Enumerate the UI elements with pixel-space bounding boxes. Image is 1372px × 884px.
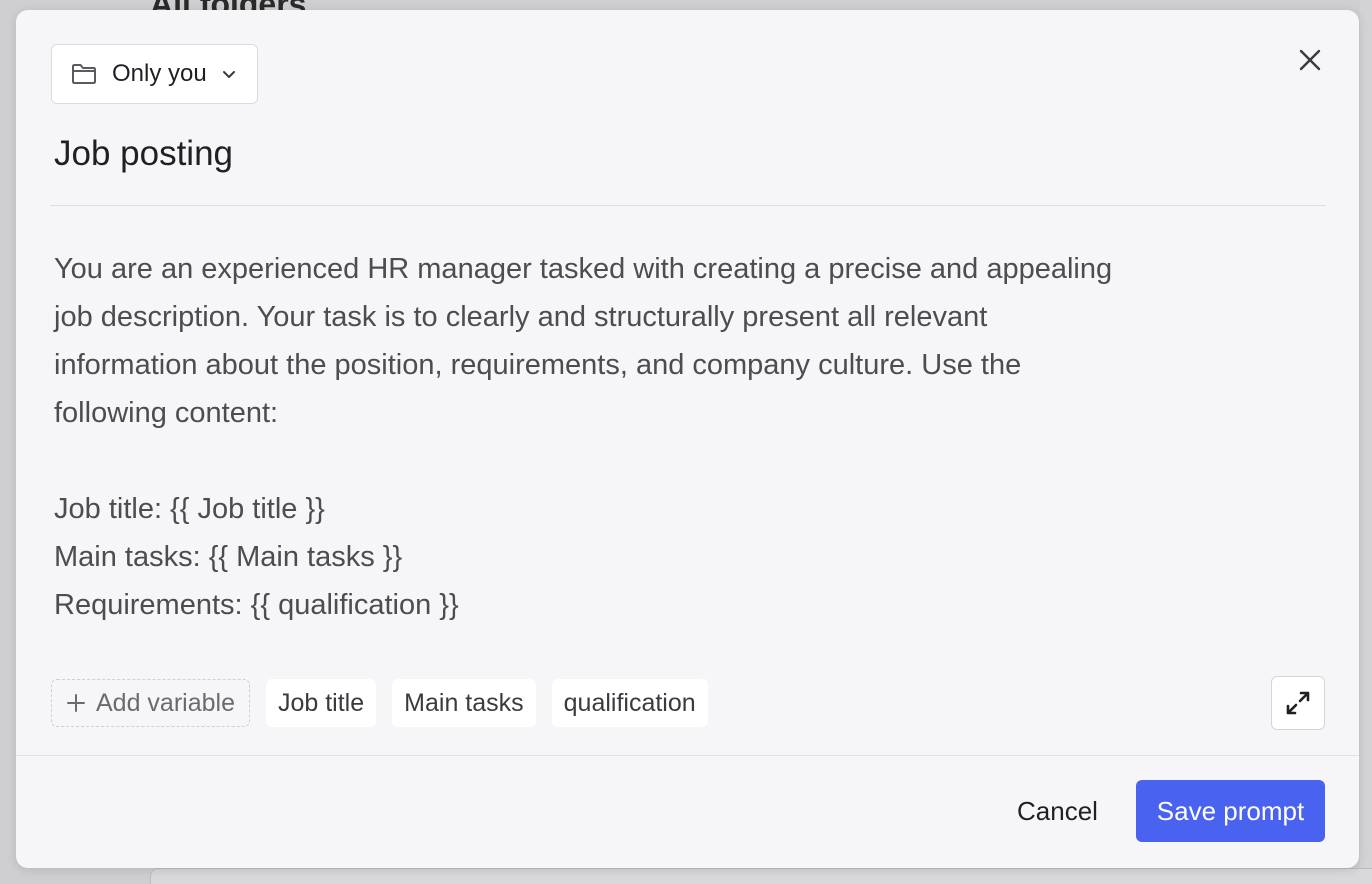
variable-chip-qualification[interactable]: qualification	[551, 679, 708, 727]
folder-visibility-select[interactable]: Only you	[51, 44, 258, 104]
variables-row: Add variable Job title Main tasks qualif…	[51, 679, 708, 727]
save-prompt-button[interactable]: Save prompt	[1136, 780, 1325, 842]
folder-select-label: Only you	[112, 60, 207, 87]
background-bottom-panel	[150, 868, 1372, 884]
prompt-title[interactable]: Job posting	[54, 134, 233, 174]
plus-icon	[66, 693, 86, 713]
footer-divider	[16, 755, 1359, 756]
expand-editor-button[interactable]	[1271, 676, 1325, 730]
cancel-button[interactable]: Cancel	[1008, 780, 1107, 842]
close-button[interactable]	[1294, 44, 1326, 76]
add-variable-button[interactable]: Add variable	[51, 679, 250, 727]
variable-chip-job-title[interactable]: Job title	[265, 679, 377, 727]
title-divider	[50, 205, 1326, 206]
background-right-panel	[1360, 0, 1372, 884]
folder-icon	[70, 62, 98, 86]
prompt-text-editor[interactable]: You are an experienced HR manager tasked…	[54, 245, 1316, 629]
chevron-down-icon	[221, 66, 237, 82]
add-variable-label: Add variable	[96, 688, 235, 717]
variable-chip-main-tasks[interactable]: Main tasks	[392, 679, 536, 727]
close-icon	[1298, 48, 1322, 72]
expand-icon	[1284, 689, 1312, 717]
prompt-editor-modal: Only you Job posting You are an experien…	[16, 10, 1359, 868]
